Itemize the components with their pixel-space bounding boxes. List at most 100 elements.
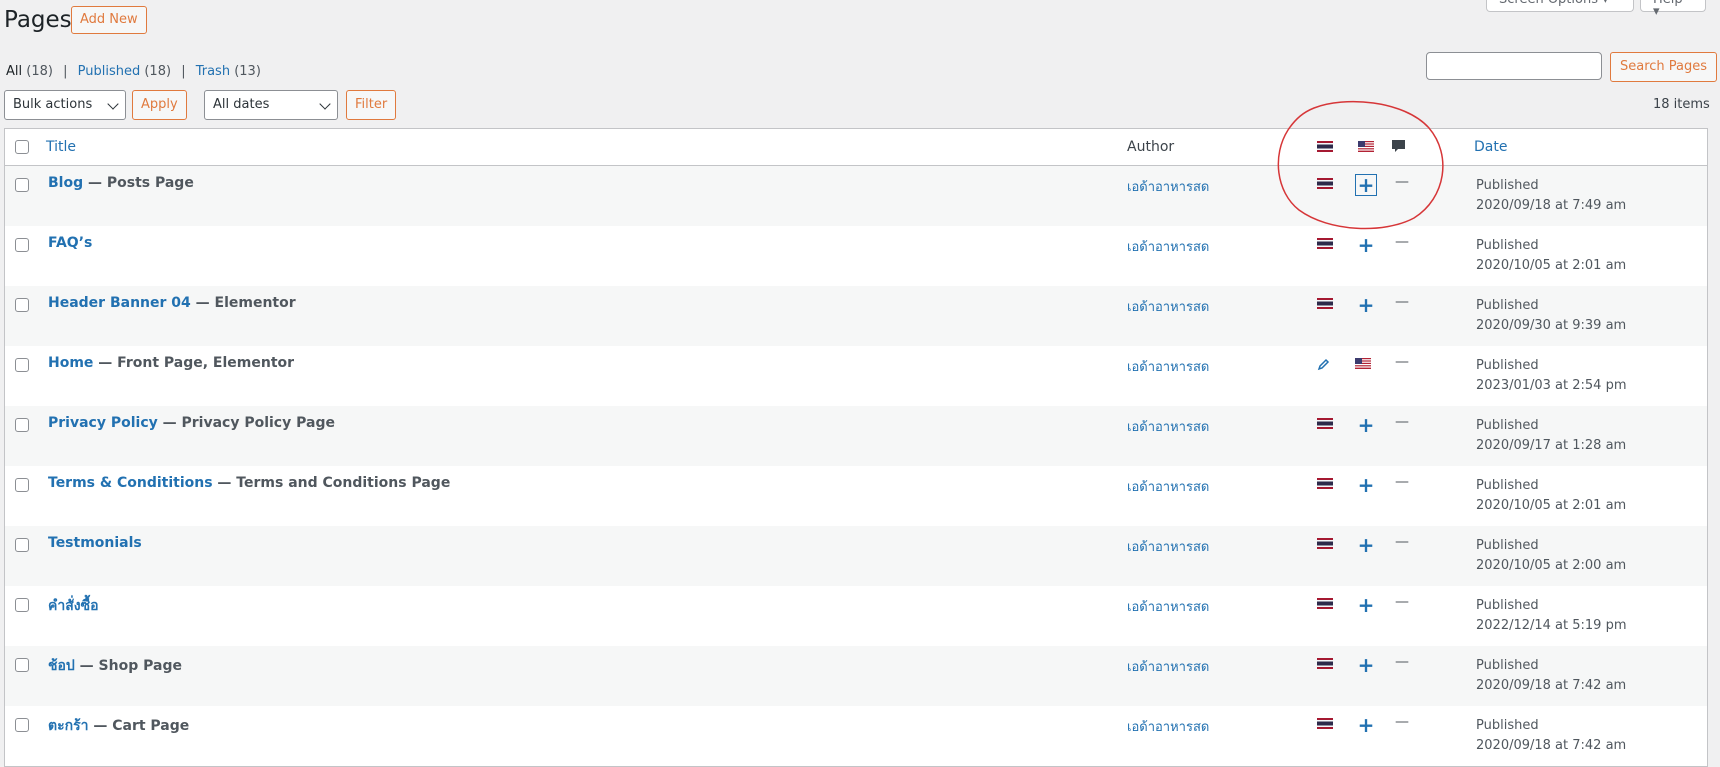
chevron-down-icon xyxy=(319,98,331,110)
row-author-link[interactable]: เอด้าอาหารสด xyxy=(1127,716,1209,737)
items-count: 18 items xyxy=(1653,97,1710,112)
row-checkbox[interactable] xyxy=(15,358,29,372)
row-checkbox[interactable] xyxy=(15,238,29,252)
row-checkbox[interactable] xyxy=(15,298,29,312)
date-filter-select[interactable]: All dates xyxy=(204,90,338,120)
row-checkbox[interactable] xyxy=(15,478,29,492)
views-filter: All (18) | Published (18) | Trash (13) xyxy=(6,64,261,79)
row-title-link[interactable]: Testmonials xyxy=(48,535,142,551)
row-post-state: — Posts Page xyxy=(83,175,194,191)
row-author-link[interactable]: เอด้าอาหารสด xyxy=(1127,476,1209,497)
row-comments: — xyxy=(1395,534,1409,550)
page-title: Pages xyxy=(4,7,72,33)
row-checkbox[interactable] xyxy=(15,178,29,192)
row-author-link[interactable]: เอด้าอาหารสด xyxy=(1127,176,1209,197)
row-status: Published xyxy=(1476,478,1539,493)
table-row: ช้อป — Shop Page เอด้าอาหารสด + — Publis… xyxy=(5,646,1707,706)
row-status: Published xyxy=(1476,418,1539,433)
search-input[interactable] xyxy=(1426,52,1602,80)
row-title-cell: คำสั่งซื้อ xyxy=(48,595,99,617)
screen-options-tab[interactable]: Screen Options ▾ xyxy=(1486,0,1634,12)
row-date: Published 2020/09/30 at 9:39 am xyxy=(1476,296,1626,336)
thai-flag-icon[interactable] xyxy=(1317,658,1333,669)
row-date: Published 2023/01/03 at 2:54 pm xyxy=(1476,356,1627,396)
row-date-value: 2022/12/14 at 5:19 pm xyxy=(1476,618,1627,633)
search-pages-button[interactable]: Search Pages xyxy=(1610,52,1718,82)
view-published[interactable]: Published xyxy=(78,64,141,79)
row-date-value: 2020/10/05 at 2:01 am xyxy=(1476,258,1627,273)
row-post-state: — Terms and Conditions Page xyxy=(212,475,451,491)
thai-flag-icon[interactable] xyxy=(1317,238,1333,249)
row-title-link[interactable]: Blog xyxy=(48,175,83,191)
row-post-state: — Cart Page xyxy=(88,718,190,734)
bulk-actions-select[interactable]: Bulk actions xyxy=(4,90,126,120)
thai-flag-icon[interactable] xyxy=(1317,298,1333,309)
row-status: Published xyxy=(1476,538,1539,553)
thai-flag-icon[interactable] xyxy=(1317,178,1333,189)
row-author-link[interactable]: เอด้าอาหารสด xyxy=(1127,656,1209,677)
row-checkbox[interactable] xyxy=(15,418,29,432)
thai-flag-icon[interactable] xyxy=(1317,478,1333,489)
row-checkbox[interactable] xyxy=(15,658,29,672)
row-author-link[interactable]: เอด้าอาหารสด xyxy=(1127,596,1209,617)
row-author-link[interactable]: เอด้าอาหารสด xyxy=(1127,536,1209,557)
row-author-link[interactable]: เอด้าอาหารสด xyxy=(1127,296,1209,317)
row-comments: — xyxy=(1395,354,1409,370)
table-row: คำสั่งซื้อ เอด้าอาหารสด + — Published 20… xyxy=(5,586,1707,646)
select-all-checkbox[interactable] xyxy=(15,140,29,154)
thai-flag-icon[interactable] xyxy=(1317,718,1333,729)
row-date-value: 2020/09/18 at 7:49 am xyxy=(1476,198,1627,213)
row-comments: — xyxy=(1395,414,1409,430)
row-date-value: 2020/09/18 at 7:42 am xyxy=(1476,678,1627,693)
thai-flag-icon[interactable] xyxy=(1317,538,1333,549)
column-date[interactable]: Date xyxy=(1474,139,1507,155)
row-author-link[interactable]: เอด้าอาหารสด xyxy=(1127,236,1209,257)
view-trash[interactable]: Trash xyxy=(196,64,230,79)
add-translation-plus-icon[interactable]: + xyxy=(1355,534,1377,556)
row-comments: — xyxy=(1395,174,1409,190)
row-title-link[interactable]: ตะกร้า xyxy=(48,718,88,734)
row-author-link[interactable]: เอด้าอาหารสด xyxy=(1127,356,1209,377)
row-date: Published 2020/09/18 at 7:49 am xyxy=(1476,176,1626,216)
add-translation-plus-icon[interactable]: + xyxy=(1355,714,1377,736)
thai-flag-icon[interactable] xyxy=(1317,418,1333,429)
thai-flag-icon[interactable] xyxy=(1317,598,1333,609)
row-checkbox[interactable] xyxy=(15,538,29,552)
add-new-button[interactable]: Add New xyxy=(71,6,147,34)
row-title-cell: ตะกร้า — Cart Page xyxy=(48,715,189,737)
row-title-link[interactable]: ช้อป xyxy=(48,658,75,674)
add-translation-plus-icon[interactable]: + xyxy=(1355,294,1377,316)
view-all[interactable]: All xyxy=(6,64,22,79)
add-translation-plus-icon[interactable]: + xyxy=(1355,414,1377,436)
add-translation-plus-icon[interactable]: + xyxy=(1355,234,1377,256)
row-post-state: — Privacy Policy Page xyxy=(157,415,335,431)
row-title-cell: Privacy Policy — Privacy Policy Page xyxy=(48,415,335,431)
row-title-cell: Header Banner 04 — Elementor xyxy=(48,295,296,311)
row-title-link[interactable]: Privacy Policy xyxy=(48,415,158,431)
add-translation-plus-icon[interactable]: + xyxy=(1355,474,1377,496)
row-title-link[interactable]: Terms & Condititions xyxy=(48,475,213,491)
add-translation-plus-icon[interactable]: + xyxy=(1355,594,1377,616)
add-translation-plus-icon[interactable]: + xyxy=(1355,174,1377,196)
row-status: Published xyxy=(1476,178,1539,193)
row-title-cell: Terms & Condititions — Terms and Conditi… xyxy=(48,475,450,491)
edit-pencil-icon[interactable] xyxy=(1317,357,1331,375)
row-title-link[interactable]: คำสั่งซื้อ xyxy=(48,598,99,614)
bulk-actions-value: Bulk actions xyxy=(13,97,93,112)
apply-button[interactable]: Apply xyxy=(132,90,187,120)
add-translation-plus-icon[interactable]: + xyxy=(1355,654,1377,676)
row-comments: — xyxy=(1395,294,1409,310)
table-row: ตะกร้า — Cart Page เอด้าอาหารสด + — Publ… xyxy=(5,706,1707,766)
row-checkbox[interactable] xyxy=(15,598,29,612)
filter-button[interactable]: Filter xyxy=(346,90,397,120)
row-author-link[interactable]: เอด้าอาหารสด xyxy=(1127,416,1209,437)
row-title-link[interactable]: Home xyxy=(48,355,93,371)
us-flag-icon[interactable] xyxy=(1355,358,1377,380)
row-checkbox[interactable] xyxy=(15,718,29,732)
row-title-link[interactable]: FAQ’s xyxy=(48,235,92,251)
table-row: Home — Front Page, Elementor เอด้าอาหารส… xyxy=(5,346,1707,406)
help-tab[interactable]: Help ▾ xyxy=(1640,0,1706,18)
row-title-cell: Blog — Posts Page xyxy=(48,175,194,191)
column-title[interactable]: Title xyxy=(46,139,76,155)
row-title-link[interactable]: Header Banner 04 xyxy=(48,295,191,311)
